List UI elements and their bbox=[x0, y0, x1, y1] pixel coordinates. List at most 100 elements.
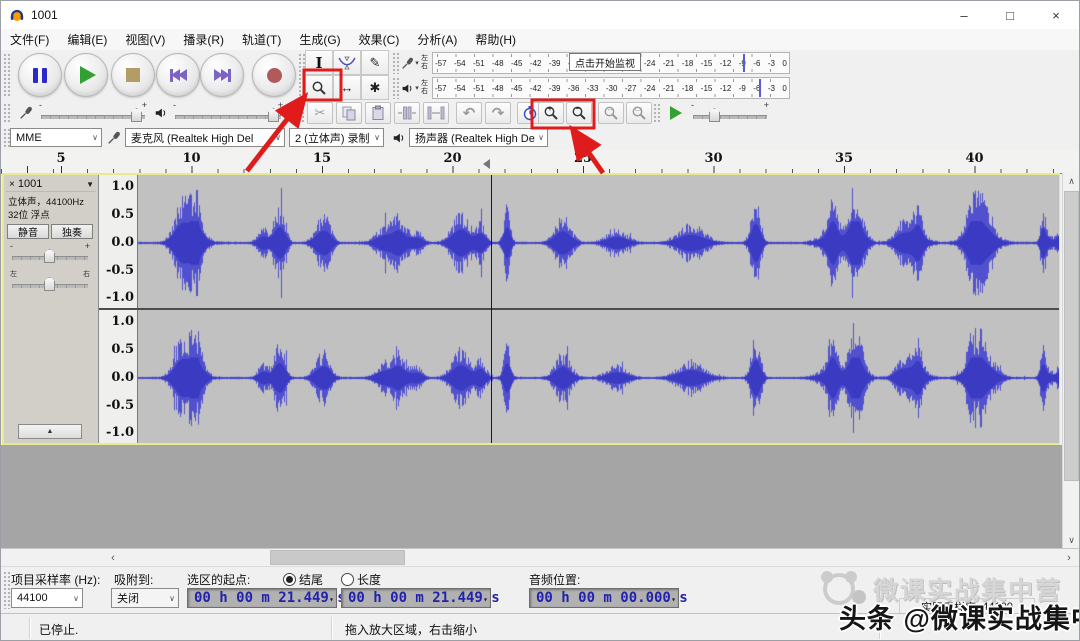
playback-volume-slider[interactable]: - + bbox=[173, 104, 283, 124]
menu-item-2[interactable]: 视图(V) bbox=[116, 29, 174, 50]
waveform-left-channel[interactable] bbox=[138, 175, 1059, 308]
zoom-tool-button[interactable] bbox=[305, 75, 333, 100]
redo-button[interactable]: ↷ bbox=[485, 102, 511, 124]
selection-end-field[interactable]: 00 h 00 m 21.449 s ▾ bbox=[341, 588, 491, 608]
menu-item-7[interactable]: 分析(A) bbox=[408, 29, 466, 50]
selection-length-radio[interactable]: 长度 bbox=[341, 571, 381, 588]
solo-button[interactable]: 独奏 bbox=[51, 224, 93, 239]
vertical-ruler-left-channel[interactable]: 1.00.50.0-0.5-1.0 bbox=[99, 175, 138, 308]
undo-button[interactable]: ↶ bbox=[456, 102, 482, 124]
play-at-speed-icon bbox=[670, 106, 682, 120]
record-button[interactable] bbox=[252, 53, 296, 97]
track-gain-slider[interactable]: - + bbox=[10, 245, 90, 265]
output-device-select[interactable]: 扬声器 (Realtek High De ∨ bbox=[409, 128, 548, 147]
menu-item-8[interactable]: 帮助(H) bbox=[466, 29, 525, 50]
paste-button[interactable] bbox=[365, 102, 391, 124]
horizontal-scrollbar-thumb[interactable] bbox=[270, 550, 405, 565]
selection-tool-button[interactable]: I bbox=[305, 50, 333, 75]
playback-meter-scale[interactable]: -57-54-51-48-45-42-39-36-33-30-27-24-21-… bbox=[432, 77, 790, 99]
playhead-marker[interactable] bbox=[483, 159, 490, 169]
recording-volume-slider[interactable]: - + bbox=[39, 104, 147, 124]
close-button[interactable]: × bbox=[1033, 1, 1079, 29]
chevron-down-icon: ∨ bbox=[169, 594, 175, 603]
zoom-in-button[interactable]: + bbox=[538, 102, 564, 124]
playback-meter-speaker[interactable]: ▾ bbox=[399, 82, 421, 95]
edit-toolbar-grip[interactable] bbox=[297, 103, 304, 123]
skip-to-start-button[interactable] bbox=[156, 53, 200, 97]
vertical-ruler-right-channel[interactable]: 1.00.50.0-0.5-1.0 bbox=[99, 310, 138, 443]
menu-item-6[interactable]: 效果(C) bbox=[350, 29, 409, 50]
draw-tool-button[interactable]: ✎ bbox=[361, 50, 389, 75]
menu-item-3[interactable]: 播录(R) bbox=[174, 29, 233, 50]
output-device-value: 扬声器 (Realtek High De bbox=[415, 130, 535, 146]
audio-position-field[interactable]: 00 h 00 m 00.000 s ▾ bbox=[529, 588, 679, 608]
menu-item-5[interactable]: 生成(G) bbox=[290, 29, 349, 50]
recording-volume-thumb[interactable] bbox=[131, 108, 142, 122]
play-at-speed-button[interactable] bbox=[663, 102, 689, 124]
tools-toolbar-grip[interactable] bbox=[298, 53, 305, 97]
end-radio-icon[interactable] bbox=[283, 573, 296, 586]
silence-audio-button[interactable] bbox=[423, 102, 449, 124]
device-toolbar-grip[interactable] bbox=[3, 128, 10, 147]
track-pan-thumb[interactable] bbox=[44, 277, 55, 291]
menu-item-0[interactable]: 文件(F) bbox=[1, 29, 58, 50]
track-collapse-button[interactable]: ▲ bbox=[18, 424, 82, 439]
menu-item-1[interactable]: 编辑(E) bbox=[58, 29, 116, 50]
playback-meter-grip[interactable] bbox=[392, 77, 399, 99]
timeline-ruler[interactable]: 510152025303540 bbox=[1, 150, 1079, 174]
copy-button[interactable] bbox=[336, 102, 362, 124]
mute-button[interactable]: 静音 bbox=[7, 224, 49, 239]
track-close-button[interactable]: × bbox=[6, 179, 18, 190]
horizontal-scrollbar-track[interactable] bbox=[122, 549, 1060, 566]
play-at-speed-grip[interactable] bbox=[653, 103, 660, 123]
horizontal-scrollbar[interactable]: ‹ › bbox=[1, 548, 1079, 566]
playback-meter[interactable]: ▾ 左右 -57-54-51-48-45-42-39-36-33-30-27-2… bbox=[392, 76, 790, 100]
input-channels-select[interactable]: 2 (立体声) 录制 ∨ bbox=[289, 128, 384, 147]
snap-select[interactable]: 关闭 ∨ bbox=[111, 588, 179, 608]
scroll-left-arrow[interactable]: ‹ bbox=[104, 549, 122, 566]
input-device-select[interactable]: 麦克风 (Realtek High Del ∨ bbox=[125, 128, 285, 147]
chevron-down-icon: ∨ bbox=[92, 133, 98, 142]
zoom-fit-button[interactable]: ▭ bbox=[626, 102, 652, 124]
audio-host-select[interactable]: MME ∨ bbox=[10, 128, 102, 147]
audacity-window: 1001 – □ × 文件(F)编辑(E)视图(V)播录(R)轨道(T)生成(G… bbox=[0, 0, 1080, 641]
selection-toolbar-grip[interactable] bbox=[3, 571, 10, 609]
multi-tool-button[interactable]: ✱ bbox=[361, 75, 389, 100]
track-pan-slider[interactable]: 左 右 bbox=[10, 273, 90, 293]
rec-db-3: -48 bbox=[492, 59, 504, 68]
play-button[interactable] bbox=[64, 53, 108, 97]
cut-button[interactable]: ✂ bbox=[307, 102, 333, 124]
play-speed-thumb[interactable] bbox=[709, 108, 720, 122]
scroll-down-arrow[interactable]: ∨ bbox=[1063, 532, 1080, 548]
recording-meter-mic[interactable]: ▾ bbox=[399, 57, 421, 70]
empty-track-area[interactable] bbox=[1, 445, 1062, 548]
playback-volume-thumb[interactable] bbox=[268, 108, 279, 122]
pause-button[interactable] bbox=[18, 53, 62, 97]
track-menu-arrow[interactable]: ▼ bbox=[86, 180, 96, 189]
scroll-right-arrow[interactable]: › bbox=[1060, 549, 1078, 566]
envelope-tool-button[interactable] bbox=[333, 50, 361, 75]
scroll-up-arrow[interactable]: ∧ bbox=[1063, 173, 1080, 189]
selection-end-radio[interactable]: 结尾 bbox=[283, 571, 323, 588]
vertical-scrollbar-thumb[interactable] bbox=[1064, 191, 1079, 481]
transport-toolbar-grip[interactable] bbox=[3, 53, 10, 97]
play-speed-slider[interactable]: - + bbox=[691, 104, 769, 124]
selection-start-field[interactable]: 00 h 00 m 21.449 s ▾ bbox=[187, 588, 337, 608]
stop-button[interactable] bbox=[111, 53, 155, 97]
project-rate-select[interactable]: 44100 ∨ bbox=[11, 588, 83, 608]
length-radio-icon[interactable] bbox=[341, 573, 354, 586]
zoom-selection-button[interactable]: ↔ bbox=[598, 102, 624, 124]
time-shift-tool-button[interactable]: ↔ bbox=[333, 75, 361, 100]
maximize-button[interactable]: □ bbox=[987, 1, 1033, 29]
minimize-button[interactable]: – bbox=[941, 1, 987, 29]
track-gain-thumb[interactable] bbox=[44, 249, 55, 263]
zoom-out-button[interactable]: − bbox=[566, 102, 592, 124]
waveform-right-channel[interactable] bbox=[138, 310, 1059, 443]
trim-audio-button[interactable] bbox=[394, 102, 420, 124]
menu-item-4[interactable]: 轨道(T) bbox=[233, 29, 290, 50]
mixer-toolbar-grip[interactable] bbox=[3, 103, 10, 123]
track-name[interactable]: 1001 bbox=[18, 178, 86, 190]
recording-meter-grip[interactable] bbox=[392, 52, 399, 74]
vertical-scrollbar[interactable]: ∧ ∨ bbox=[1062, 173, 1080, 548]
skip-to-end-button[interactable] bbox=[200, 53, 244, 97]
